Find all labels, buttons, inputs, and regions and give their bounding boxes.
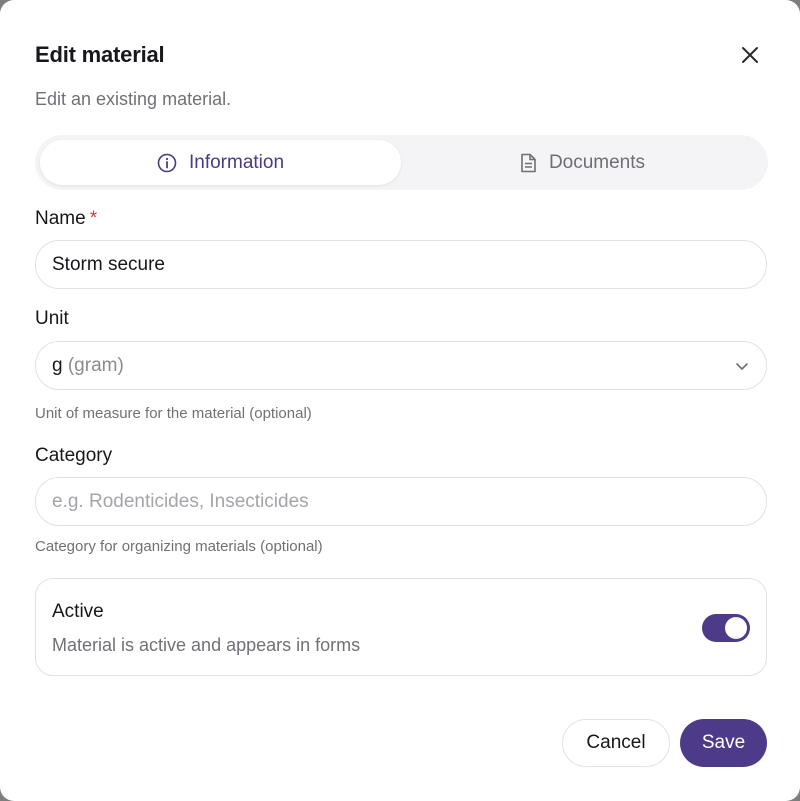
chevron-down-icon — [736, 362, 748, 370]
name-input[interactable] — [52, 253, 750, 276]
unit-name: (gram) — [67, 354, 124, 376]
close-icon — [742, 47, 758, 63]
name-label: Name * — [35, 208, 97, 230]
unit-label: Unit — [35, 308, 69, 329]
active-toggle[interactable] — [702, 614, 750, 642]
active-title: Active — [52, 601, 104, 622]
unit-select[interactable]: g (gram) — [35, 341, 767, 390]
cancel-button[interactable]: Cancel — [562, 719, 670, 767]
category-label: Category — [35, 445, 113, 466]
tab-information[interactable]: Information — [40, 140, 401, 185]
name-field-wrapper — [35, 240, 767, 289]
required-mark: * — [89, 208, 98, 229]
save-button[interactable]: Save — [680, 719, 767, 767]
dialog-title: Edit material — [35, 42, 165, 67]
close-button[interactable] — [734, 39, 766, 71]
active-setting-card: Active Material is active and appears in… — [35, 578, 767, 676]
category-hint: Category for organizing materials (optio… — [35, 538, 323, 555]
dialog-subtitle: Edit an existing material. — [35, 89, 232, 109]
category-field-wrapper — [35, 477, 767, 526]
name-label-text: Name — [35, 208, 86, 229]
info-circle-icon — [157, 153, 177, 172]
active-description: Material is active and appears in forms — [52, 635, 361, 655]
edit-material-dialog: Edit material Edit an existing material.… — [0, 0, 800, 801]
unit-value: g (gram) — [52, 355, 124, 377]
unit-hint: Unit of measure for the material (option… — [35, 405, 312, 422]
tab-documents-label: Documents — [548, 151, 646, 173]
toggle-knob — [725, 617, 747, 639]
tab-list: Information Documents — [35, 135, 768, 190]
tab-documents[interactable]: Documents — [401, 140, 763, 185]
category-input[interactable] — [52, 490, 750, 513]
document-icon — [521, 153, 536, 172]
unit-code: g — [52, 354, 63, 376]
tab-information-label: Information — [188, 151, 285, 173]
